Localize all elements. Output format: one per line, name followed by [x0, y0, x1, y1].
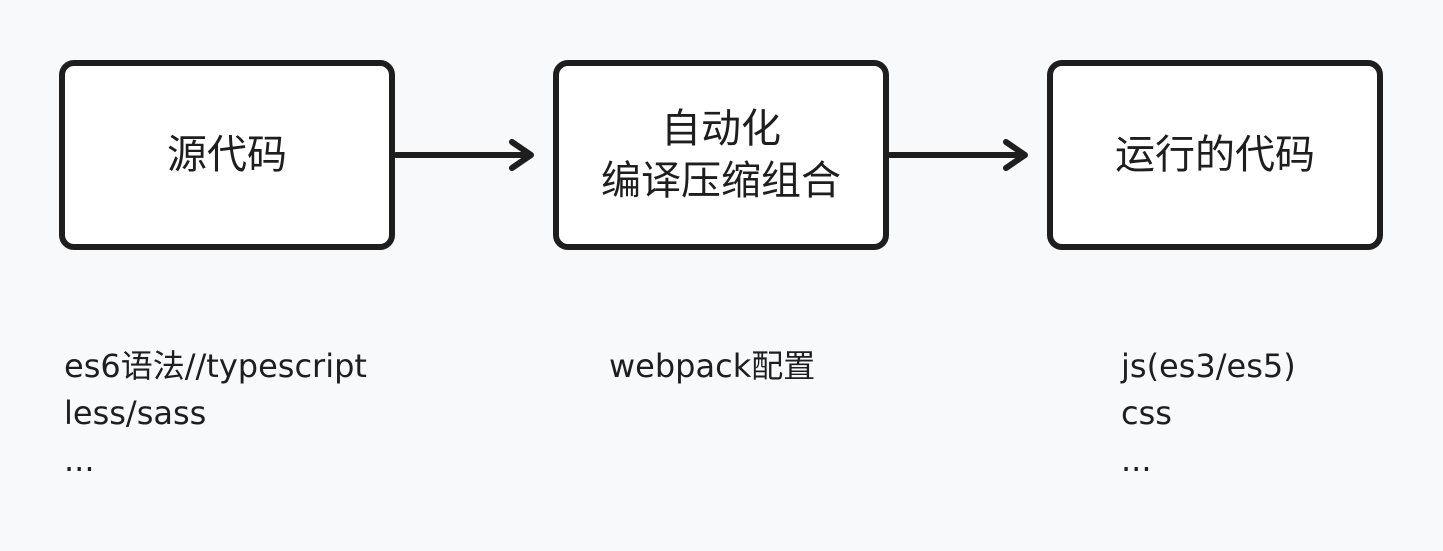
- note-source-code-line-1: es6语法//typescript: [64, 347, 367, 385]
- note-running-code: js(es3/es5) css ...: [1121, 343, 1296, 484]
- note-automation: webpack配置: [609, 343, 815, 390]
- box-running-code-label: 运行的代码: [1050, 63, 1380, 247]
- arrow-automation-to-running: [887, 139, 1028, 171]
- note-running-code-line-2: css: [1121, 394, 1172, 432]
- arrow-source-to-automation: [393, 139, 534, 171]
- note-automation-line-1: webpack配置: [609, 347, 816, 385]
- note-running-code-line-3: ...: [1121, 441, 1152, 479]
- box-automation-text-line-2: 编译压缩组合: [601, 158, 841, 204]
- note-source-code-line-2: less/sass: [64, 394, 207, 432]
- diagram-canvas: 源代码 自动化 编译压缩组合 运行的代码 es6语法//typescript l…: [0, 0, 1443, 551]
- note-source-code-line-3: ...: [64, 441, 95, 479]
- box-source-code-text: 源代码: [167, 132, 287, 178]
- note-running-code-line-1: js(es3/es5): [1121, 347, 1296, 385]
- box-source-code-label: 源代码: [62, 63, 392, 247]
- box-automation-label: 自动化 编译压缩组合: [556, 63, 886, 247]
- box-running-code-text: 运行的代码: [1115, 132, 1315, 178]
- box-automation-text-line-1: 自动化: [661, 106, 781, 152]
- note-source-code: es6语法//typescript less/sass ...: [64, 343, 367, 484]
